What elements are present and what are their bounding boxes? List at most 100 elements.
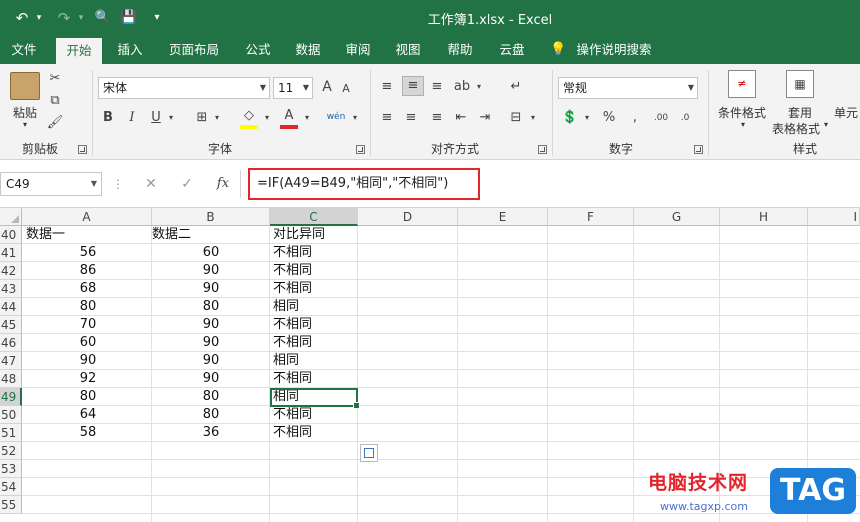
cell-a[interactable]: 68 [26,280,150,298]
lightbulb-icon[interactable]: 💡 [550,36,566,64]
grow-font-button[interactable]: A [318,78,336,96]
formula-input[interactable]: =IF(A49=B49,"相同","不相同") [248,168,480,200]
percent-button[interactable]: % [600,109,618,127]
accounting-dropdown-icon[interactable]: ▾ [582,109,592,127]
cell-b[interactable]: 90 [152,280,270,298]
cell-a[interactable] [26,496,150,514]
row-header[interactable]: 42 [0,262,22,280]
tab-formulas[interactable]: 公式 [238,36,278,64]
cell-a[interactable] [26,478,150,496]
clipboard-icon[interactable] [10,72,40,100]
underline-button[interactable]: U [148,109,164,127]
phonetic-dropdown-icon[interactable]: ▾ [350,109,360,127]
cell-b[interactable]: 数据二 [152,226,270,244]
conditional-formatting-icon[interactable]: ≠ [728,70,756,98]
cell-c[interactable]: 不相同 [273,424,357,442]
conditional-formatting-button[interactable]: 条件格式 [714,104,770,121]
cell-a[interactable]: 86 [26,262,150,280]
cell-c[interactable]: 不相同 [273,244,357,262]
cell-a[interactable]: 60 [26,334,150,352]
enter-icon[interactable]: ✓ [176,174,198,194]
active-cell-c49[interactable] [270,388,360,409]
cell-a[interactable] [26,460,150,478]
cell-b[interactable]: 90 [152,262,270,280]
tab-home[interactable]: 开始 [56,38,102,64]
alignment-launcher-icon[interactable] [538,145,547,154]
cell-c[interactable]: 不相同 [273,334,357,352]
row-header[interactable]: 41 [0,244,22,262]
cell-c[interactable] [273,478,357,496]
cell-c[interactable]: 不相同 [273,406,357,424]
font-launcher-icon[interactable] [356,145,365,154]
tab-help[interactable]: 帮助 [440,36,480,64]
select-all-button[interactable] [0,208,22,226]
align-bottom-icon[interactable]: ≡ [428,78,446,96]
row-header[interactable]: 47 [0,352,22,370]
cell-a[interactable]: 90 [26,352,150,370]
fill-color-dropdown-icon[interactable]: ▾ [262,109,272,127]
cell-b[interactable]: 90 [152,316,270,334]
cell-a[interactable]: 58 [26,424,150,442]
column-header-e[interactable]: E [458,208,548,226]
cell-b[interactable]: 80 [152,298,270,316]
format-table-dropdown-icon[interactable]: ▾ [820,120,832,129]
orientation-icon[interactable]: ab [452,78,472,96]
cell-b[interactable]: 90 [152,370,270,388]
cell-b[interactable]: 80 [152,388,270,406]
decrease-decimal-icon[interactable]: .0 [676,109,694,127]
cell-a[interactable]: 80 [26,298,150,316]
cell-c[interactable]: 不相同 [273,316,357,334]
italic-button[interactable]: I [124,109,140,127]
merge-dropdown-icon[interactable]: ▾ [528,109,538,127]
cell-b[interactable]: 36 [152,424,270,442]
cell-b[interactable] [152,460,270,478]
cell-a[interactable]: 92 [26,370,150,388]
borders-icon[interactable]: ⊞ [194,109,210,127]
quick-analysis-icon[interactable] [360,444,378,462]
clipboard-launcher-icon[interactable] [78,145,87,154]
column-header-f[interactable]: F [548,208,634,226]
merge-center-icon[interactable]: ⊟ [506,109,526,127]
row-header[interactable]: 51 [0,424,22,442]
phonetic-guide-button[interactable]: wén [324,108,348,126]
row-header[interactable]: 52 [0,442,22,460]
cell-c[interactable] [273,496,357,514]
orientation-dropdown-icon[interactable]: ▾ [474,78,484,96]
cell-c[interactable]: 不相同 [273,370,357,388]
cell-a[interactable]: 70 [26,316,150,334]
tab-page-layout[interactable]: 页面布局 [160,36,228,64]
row-header[interactable]: 45 [0,316,22,334]
row-header[interactable]: 53 [0,460,22,478]
column-header-i[interactable]: I [808,208,860,226]
underline-dropdown-icon[interactable]: ▾ [166,109,176,127]
format-as-table-icon[interactable]: ▦ [786,70,814,98]
cell-a[interactable]: 80 [26,388,150,406]
cell-b[interactable] [152,478,270,496]
tab-file[interactable]: 文件 [4,36,44,64]
row-header[interactable]: 54 [0,478,22,496]
insert-function-button[interactable]: fx [212,174,234,194]
bold-button[interactable]: B [100,109,116,127]
cell-styles-button[interactable]: 单元 [834,104,860,121]
tell-me-search[interactable]: 操作说明搜索 [572,36,656,64]
align-center-icon[interactable]: ≡ [402,109,420,127]
tab-data[interactable]: 数据 [288,36,328,64]
cell-b[interactable]: 90 [152,334,270,352]
column-header-g[interactable]: G [634,208,720,226]
row-header[interactable]: 40 [0,226,22,244]
align-right-icon[interactable]: ≡ [428,109,446,127]
align-top-icon[interactable]: ≡ [378,78,396,96]
row-header[interactable]: 49 [0,388,22,406]
cell-c[interactable]: 不相同 [273,280,357,298]
cell-c[interactable] [273,442,357,460]
cell-b[interactable]: 90 [152,352,270,370]
tab-insert[interactable]: 插入 [110,36,150,64]
column-header-a[interactable]: A [22,208,152,226]
format-painter-icon[interactable]: 🖌 [46,114,64,132]
borders-dropdown-icon[interactable]: ▾ [212,109,222,127]
wrap-text-icon[interactable]: ↵ [506,78,526,96]
row-header[interactable]: 48 [0,370,22,388]
column-header-b[interactable]: B [152,208,270,226]
decrease-indent-icon[interactable]: ⇤ [452,109,470,127]
name-box[interactable]: C49 ▼ [0,172,102,196]
